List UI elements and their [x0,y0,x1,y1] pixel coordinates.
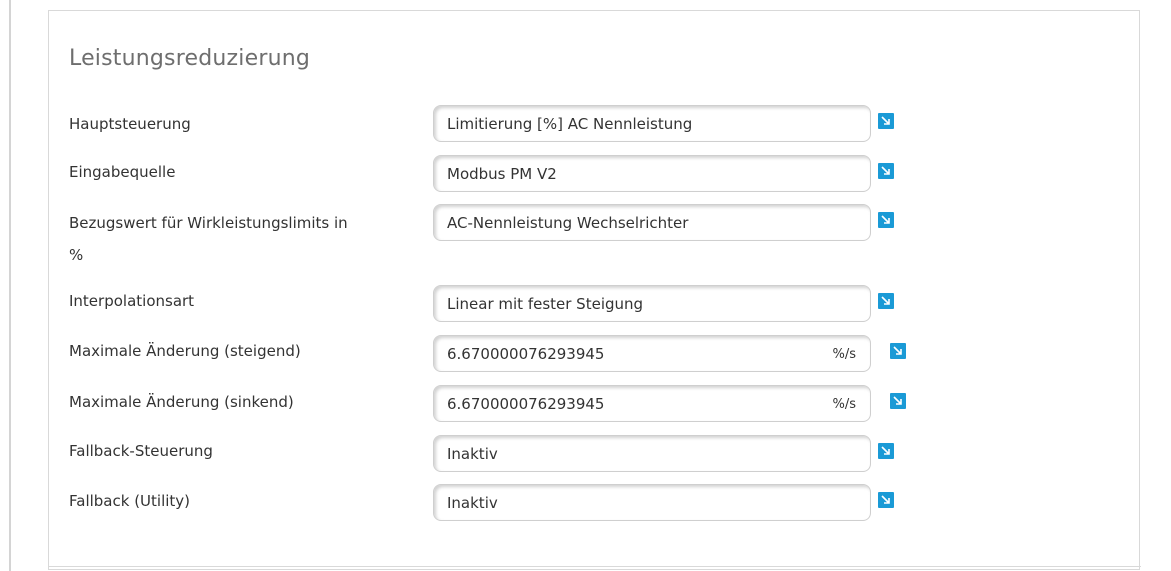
section-title: Leistungsreduzierung [69,46,311,71]
row-label-fallback-steuerung: Fallback-Steuerung [69,442,213,460]
left-divider [9,0,11,571]
arrow-down-right-icon[interactable] [878,113,894,129]
arrow-down-right-icon[interactable] [878,492,894,508]
bottom-divider [49,566,1141,567]
field-value: Limitierung [%] AC Nennleistung [447,115,693,133]
unit-label: %/s [832,347,856,362]
field-value: Modbus PM V2 [447,165,557,183]
bezugswert-select[interactable]: AC-Nennleistung Wechselrichter [433,204,871,241]
arrow-down-right-icon[interactable] [878,293,894,309]
field-value: Inaktiv [447,445,498,463]
row-label-interpolationsart: Interpolationsart [69,292,195,310]
arrow-down-right-icon[interactable] [890,343,906,359]
fallback-utility-select[interactable]: Inaktiv [433,484,871,521]
max-aenderung-steigend-input[interactable]: 6.670000076293945 %/s [433,335,871,372]
settings-panel: Leistungsreduzierung Hauptsteuerung Limi… [48,10,1141,570]
arrow-down-right-icon[interactable] [878,443,894,459]
field-value: Inaktiv [447,494,498,512]
row-label-max-aenderung-sinkend: Maximale Änderung (sinkend) [69,393,294,411]
max-aenderung-sinkend-input[interactable]: 6.670000076293945 %/s [433,385,871,422]
arrow-down-right-icon[interactable] [890,393,906,409]
eingabequelle-select[interactable]: Modbus PM V2 [433,155,871,192]
row-label-bezugswert: Bezugswert für Wirkleistungslimits in [69,214,348,232]
row-label-fallback-utility: Fallback (Utility) [69,492,191,510]
row-label-max-aenderung-steigend: Maximale Änderung (steigend) [69,342,301,360]
field-value: Linear mit fester Steigung [447,295,644,313]
arrow-down-right-icon[interactable] [878,212,894,228]
arrow-down-right-icon[interactable] [878,163,894,179]
hauptsteuerung-select[interactable]: Limitierung [%] AC Nennleistung [433,105,871,142]
fallback-steuerung-select[interactable]: Inaktiv [433,435,871,472]
interpolationsart-select[interactable]: Linear mit fester Steigung [433,285,871,322]
field-value: 6.670000076293945 [447,395,605,413]
row-label-eingabequelle: Eingabequelle [69,163,176,181]
unit-label: %/s [832,397,856,412]
field-value: AC-Nennleistung Wechselrichter [447,214,689,232]
row-label-bezugswert-unit: % [69,246,84,264]
field-value: 6.670000076293945 [447,345,605,363]
row-label-hauptsteuerung: Hauptsteuerung [69,115,191,133]
